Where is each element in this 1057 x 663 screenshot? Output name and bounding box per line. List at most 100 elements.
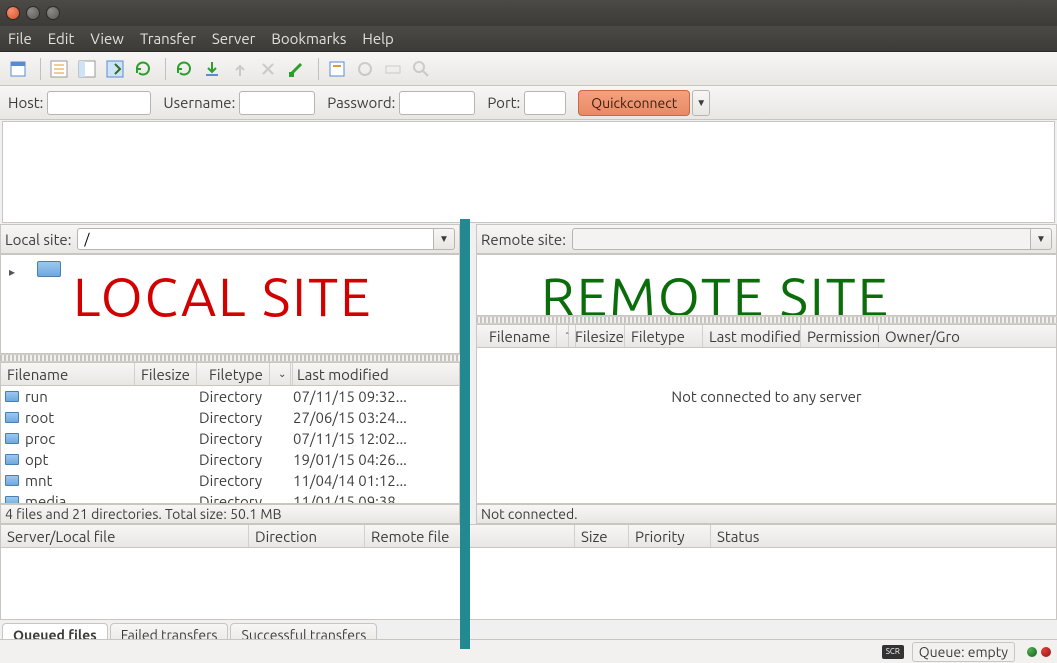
vertical-splitter[interactable] [460, 219, 470, 649]
local-tree[interactable]: ▸ LOCAL SITE [0, 254, 460, 354]
upload-button[interactable] [228, 57, 252, 81]
folder-icon [5, 433, 19, 444]
folder-icon [37, 261, 59, 279]
cell-filetype: Directory [193, 493, 287, 504]
menu-bar: File Edit View Transfer Server Bookmarks… [0, 26, 1057, 52]
maximize-window-button[interactable] [46, 6, 60, 20]
cell-filename: mnt [19, 472, 131, 489]
toggle-tree-button[interactable] [75, 57, 99, 81]
remote-tree[interactable]: REMOTE SITE [476, 254, 1057, 316]
quickconnect-bar: Host: Username: Password: Port: Quickcon… [0, 86, 1057, 120]
horizontal-splitter-remote[interactable] [476, 316, 1057, 324]
table-row[interactable]: procDirectory07/11/15 12:02... [1, 428, 459, 449]
cell-filename: root [19, 409, 131, 426]
col-remote-file[interactable]: Remote file [365, 525, 575, 547]
toggle-queue-button[interactable] [103, 57, 127, 81]
menu-server[interactable]: Server [212, 30, 255, 47]
col-server-local[interactable]: Server/Local file [1, 525, 249, 547]
refresh-button[interactable] [131, 57, 155, 81]
quickconnect-button[interactable]: Quickconnect [578, 90, 690, 116]
transfer-header[interactable]: Server/Local file Direction Remote file … [0, 524, 1057, 548]
col-size[interactable]: Size [575, 525, 629, 547]
minimize-window-button[interactable] [26, 6, 40, 20]
search-button[interactable] [409, 57, 433, 81]
status-bar: SCR Queue: empty [0, 639, 1057, 663]
port-label: Port: [487, 94, 520, 111]
folder-icon [5, 391, 19, 402]
remote-status: Not connected. [476, 504, 1057, 524]
local-site-overlay-label: LOCAL SITE [73, 267, 372, 327]
col-status[interactable]: Status [711, 525, 1056, 547]
table-row[interactable]: optDirectory19/01/15 04:26... [1, 449, 459, 470]
menu-bookmarks[interactable]: Bookmarks [271, 30, 346, 47]
remote-list-header[interactable]: Filenameˆ Filesize Filetype Last modifie… [476, 324, 1057, 348]
menu-view[interactable]: View [90, 30, 124, 47]
keyboard-indicator-icon: SCR [882, 645, 904, 659]
quickconnect-dropdown[interactable]: ▼ [692, 90, 710, 116]
col-priority[interactable]: Priority [629, 525, 711, 547]
col-filename[interactable]: Filename [1, 363, 135, 385]
table-row[interactable]: runDirectory07/11/15 09:32... [1, 386, 459, 407]
cell-filetype: Directory [193, 409, 287, 426]
download-button[interactable] [200, 57, 224, 81]
cancel-button[interactable] [256, 57, 280, 81]
col-filesize[interactable]: Filesize [135, 363, 197, 385]
menu-edit[interactable]: Edit [48, 30, 75, 47]
process-queue-button[interactable] [172, 57, 196, 81]
cell-lastmod: 27/06/15 03:24... [287, 409, 459, 426]
message-log[interactable] [2, 121, 1055, 223]
remote-path-input[interactable] [572, 228, 1030, 250]
cell-filename: opt [19, 451, 131, 468]
cell-lastmod: 11/04/14 01:12... [287, 472, 459, 489]
not-connected-message: Not connected to any server [477, 348, 1056, 405]
cell-filetype: Directory [193, 472, 287, 489]
col-filename-r[interactable]: Filenameˆ [477, 325, 569, 347]
col-direction[interactable]: Direction [249, 525, 365, 547]
table-row[interactable]: root Directory27/06/15 03:24... [1, 407, 459, 428]
cell-filename: proc [19, 430, 131, 447]
host-input[interactable] [47, 91, 151, 115]
folder-icon [5, 475, 19, 486]
site-manager-button[interactable] [6, 57, 30, 81]
table-row[interactable]: mediaDirectory11/01/15 09:38... [1, 491, 459, 504]
username-input[interactable] [239, 91, 315, 115]
folder-icon [5, 496, 19, 504]
cell-lastmod: 07/11/15 09:32... [287, 388, 459, 405]
col-filetype-r[interactable]: Filetype [625, 325, 703, 347]
local-path-input[interactable] [77, 228, 433, 250]
remote-path-dropdown[interactable]: ▼ [1030, 228, 1052, 250]
local-path-dropdown[interactable]: ▼ [433, 228, 455, 250]
local-site-label: Local site: [5, 231, 71, 248]
col-permission-r[interactable]: Permission [801, 325, 879, 347]
table-row[interactable]: mnt Directory11/04/14 01:12... [1, 470, 459, 491]
compare-button[interactable] [353, 57, 377, 81]
col-filesize-r[interactable]: Filesize [569, 325, 625, 347]
col-filetype[interactable]: Filetype⌄ [197, 363, 291, 385]
local-status: 4 files and 21 directories. Total size: … [0, 504, 460, 524]
cell-filetype: Directory [193, 388, 287, 405]
remote-file-list[interactable]: Not connected to any server [476, 348, 1057, 504]
local-file-list[interactable]: runDirectory07/11/15 09:32... root Directo… [0, 386, 460, 504]
horizontal-splitter-local[interactable] [0, 354, 460, 362]
col-lastmod-r[interactable]: Last modified [703, 325, 801, 347]
menu-file[interactable]: File [8, 30, 32, 47]
col-lastmod[interactable]: Last modified [291, 363, 459, 385]
local-list-header[interactable]: Filename Filesize Filetype⌄ Last modifie… [0, 362, 460, 386]
port-input[interactable] [524, 91, 566, 115]
close-window-button[interactable] [6, 6, 20, 20]
password-label: Password: [327, 94, 395, 111]
activity-led-upload-icon [1041, 647, 1051, 657]
col-owner-r[interactable]: Owner/Gro [879, 325, 1056, 347]
cell-lastmod: 11/01/15 09:38... [287, 493, 459, 504]
menu-transfer[interactable]: Transfer [140, 30, 196, 47]
folder-icon [5, 454, 19, 465]
disconnect-button[interactable] [284, 57, 308, 81]
sync-browse-button[interactable] [381, 57, 405, 81]
toggle-log-button[interactable] [47, 57, 71, 81]
filter-button[interactable] [325, 57, 349, 81]
password-input[interactable] [399, 91, 475, 115]
tree-expander-icon[interactable]: ▸ [9, 265, 15, 279]
transfer-queue-body[interactable] [0, 548, 1057, 620]
activity-led-download-icon [1027, 647, 1037, 657]
menu-help[interactable]: Help [362, 30, 393, 47]
